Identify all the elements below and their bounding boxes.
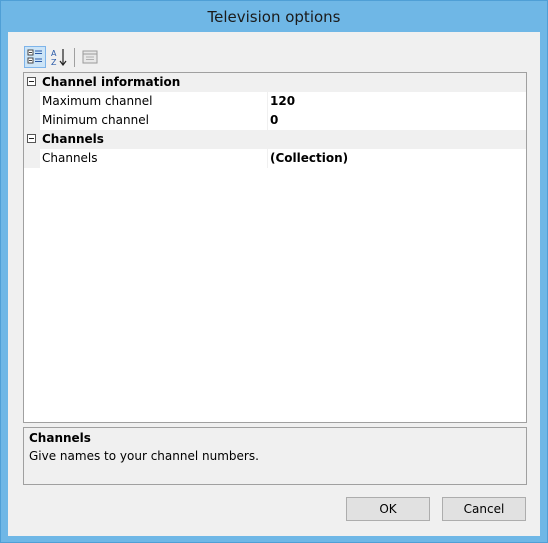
row-gutter [24, 149, 40, 168]
categorized-button[interactable] [24, 46, 46, 68]
property-value[interactable]: 0 [270, 113, 278, 127]
alphabetical-button[interactable]: A Z [48, 46, 70, 68]
categorized-icon [27, 49, 42, 64]
toolbar-separator [74, 48, 75, 67]
property-name: Channels [42, 151, 98, 165]
description-text: Give names to your channel numbers. [29, 449, 259, 463]
property-value[interactable]: 120 [270, 94, 295, 108]
property-row-minimum-channel[interactable]: Minimum channel 0 [24, 111, 526, 130]
category-label: Channel information [42, 75, 181, 89]
property-pages-icon [82, 50, 98, 64]
property-grid[interactable]: Channel information Maximum channel 120 … [23, 72, 527, 423]
description-title: Channels [29, 431, 91, 445]
dialog-window: Television options A Z Channel informati… [0, 0, 548, 543]
row-gutter [24, 92, 40, 111]
property-row-maximum-channel[interactable]: Maximum channel 120 [24, 92, 526, 111]
property-name: Maximum channel [42, 94, 153, 108]
property-pages-button[interactable] [79, 46, 101, 68]
svg-text:A: A [51, 49, 57, 58]
property-value[interactable]: (Collection) [270, 151, 348, 165]
column-divider[interactable] [267, 111, 268, 130]
dialog-client-area: A Z Channel information Maximum channel … [8, 32, 540, 536]
cancel-button[interactable]: Cancel [442, 497, 526, 521]
collapse-icon[interactable] [27, 77, 36, 86]
sort-az-icon: A Z [51, 49, 67, 67]
svg-text:Z: Z [51, 58, 57, 67]
property-row-channels[interactable]: Channels (Collection) [24, 149, 526, 168]
category-channels[interactable]: Channels [24, 130, 526, 149]
column-divider[interactable] [267, 149, 268, 168]
property-name: Minimum channel [42, 113, 149, 127]
property-grid-toolbar: A Z [24, 46, 204, 70]
window-title: Television options [207, 7, 341, 26]
row-gutter [24, 111, 40, 130]
category-label: Channels [42, 132, 104, 146]
column-divider[interactable] [267, 92, 268, 111]
category-channel-information[interactable]: Channel information [24, 73, 526, 92]
title-bar[interactable]: Television options [1, 1, 547, 32]
ok-button[interactable]: OK [346, 497, 430, 521]
collapse-icon[interactable] [27, 134, 36, 143]
description-pane: Channels Give names to your channel numb… [23, 427, 527, 485]
